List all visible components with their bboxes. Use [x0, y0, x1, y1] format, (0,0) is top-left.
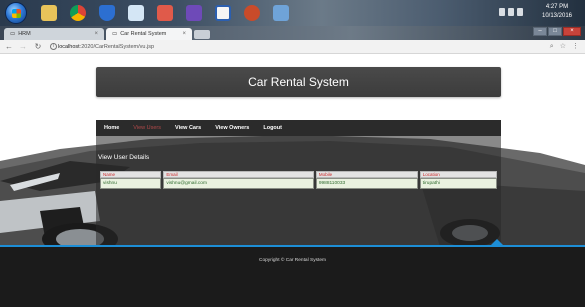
copyright-text: Copyright © Car Rental System [259, 258, 326, 263]
maximize-button[interactable]: □ [548, 27, 562, 36]
system-tray[interactable] [499, 8, 527, 18]
page-icon: ▭ [10, 31, 16, 37]
url-path: :2020/CarRentalSystem/vu.jsp [79, 44, 155, 50]
web-page: Car Rental System Home View Users View C… [0, 55, 585, 307]
clock-date: 10/13/2016 [541, 13, 573, 19]
chrome-icon[interactable] [67, 3, 89, 23]
tab-label: HRM [18, 31, 31, 37]
new-tab-button[interactable] [194, 30, 210, 39]
windows-taskbar: 4:27 PM 10/13/2016 [0, 0, 585, 26]
main-nav: Home View Users View Cars View Owners Lo… [96, 120, 501, 136]
info-icon[interactable]: i [50, 43, 57, 50]
nav-view-users[interactable]: View Users [133, 125, 161, 131]
browser-tab-strip: ▭ HRM × ▭ Car Rental System × – □ × [0, 26, 585, 40]
tab-label: Car Rental System [120, 31, 167, 37]
window-icon[interactable] [270, 3, 292, 23]
column-header-email: Email [163, 171, 314, 178]
clock[interactable]: 4:27 PM 10/13/2016 [535, 3, 579, 21]
close-window-button[interactable]: × [563, 27, 581, 36]
site-header: Car Rental System [96, 67, 501, 97]
user-icon[interactable] [125, 3, 147, 23]
close-icon[interactable]: × [182, 28, 186, 40]
cell-email: vishnu@gmail.com [163, 178, 314, 189]
reload-icon[interactable]: ↻ [33, 41, 43, 53]
nav-view-owners[interactable]: View Owners [215, 125, 249, 131]
star-icon[interactable]: ☆ [560, 41, 566, 53]
settings-icon[interactable] [241, 3, 263, 23]
forward-arrow-icon[interactable]: → [18, 41, 28, 53]
address-bar: ← → ↻ i localhost:2020/CarRentalSystem/v… [0, 40, 585, 54]
table-row: vishnu vishnu@gmail.com 9988110033 tirup… [100, 178, 497, 189]
clock-time: 4:27 PM [545, 4, 569, 10]
tab-car-rental[interactable]: ▭ Car Rental System × [106, 28, 192, 40]
back-arrow-icon[interactable]: ← [4, 41, 14, 53]
zoom-icon[interactable]: ⌕ [550, 41, 554, 53]
table-header-row: Name Email Mobile Location [100, 171, 497, 178]
window-controls: – □ × [533, 27, 581, 36]
content-panel: Home View Users View Cars View Owners Lo… [96, 120, 501, 247]
column-header-location: Location [419, 171, 497, 178]
column-header-mobile: Mobile [315, 171, 418, 178]
app-icon[interactable] [212, 3, 234, 23]
user-details-table: Name Email Mobile Location vishnu vishnu… [98, 171, 499, 189]
cell-location: tirupathi [419, 178, 497, 189]
nav-logout[interactable]: Logout [263, 125, 282, 131]
page-icon: ▭ [112, 31, 118, 37]
column-header-name: Name [100, 171, 162, 178]
tab-hrm[interactable]: ▭ HRM × [4, 28, 104, 40]
close-icon[interactable]: × [94, 28, 98, 40]
nav-view-cars[interactable]: View Cars [175, 125, 201, 131]
nav-home[interactable]: Home [104, 125, 119, 131]
media-icon[interactable] [183, 3, 205, 23]
minimize-button[interactable]: – [533, 27, 547, 36]
site-footer: Copyright © Car Rental System [0, 247, 585, 307]
menu-icon[interactable]: ⋮ [572, 41, 579, 53]
explorer-icon[interactable] [38, 3, 60, 23]
start-button[interactable] [5, 2, 27, 24]
site-title: Car Rental System [248, 75, 349, 89]
url-field[interactable]: localhost:2020/CarRentalSystem/vu.jsp [58, 42, 154, 52]
url-host: localhost [58, 44, 80, 50]
paint-icon[interactable] [154, 3, 176, 23]
shield-icon[interactable] [96, 3, 118, 23]
cell-mobile: 9988110033 [315, 178, 418, 189]
section-title: View User Details [98, 154, 150, 161]
cell-name: vishnu [100, 178, 162, 189]
